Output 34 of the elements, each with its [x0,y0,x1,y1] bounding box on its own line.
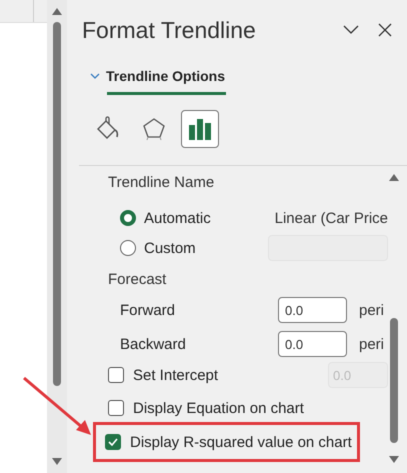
scrollbar[interactable] [47,0,67,473]
section-heading: Forecast [108,270,168,290]
bar-chart-icon [188,118,212,140]
trendline-name-text: Linear (Car Price [274,210,388,226]
scroll-down-icon[interactable] [52,458,62,465]
field-label: Backward [120,336,187,352]
checkbox-label: Set Intercept [133,366,218,384]
unit-label: peri [359,336,384,352]
radio-label: Automatic [144,210,212,226]
checkbox[interactable] [108,400,124,416]
radio-button[interactable] [120,240,136,256]
number-input-field[interactable]: 0.0 [278,331,347,357]
scroll-up-icon[interactable] [389,174,399,181]
scroll-down-icon[interactable] [389,456,399,463]
pentagon-icon [141,116,167,142]
radio-button[interactable] [120,210,136,226]
scroll-up-icon[interactable] [52,8,62,15]
field-label: Forward [120,302,176,318]
check-icon [108,438,118,446]
close-icon [378,23,392,37]
chevron-down-icon [343,25,359,35]
pane-title: Format Trendline [82,16,257,44]
checkbox[interactable] [108,367,124,383]
section-heading: Trendline Name [108,172,216,192]
scroll-thumb[interactable] [390,318,398,443]
section-toggle[interactable]: Trendline Options [106,68,226,84]
checkbox-label: Display Equation on chart [133,400,304,416]
checkbox-label: Display R-squared value on chart [130,434,352,450]
checkbox[interactable] [105,434,121,450]
number-input-field[interactable]: 0.0 [278,297,347,323]
unit-label: peri [359,302,384,318]
category-tab[interactable] [181,110,219,148]
scroll-thumb[interactable] [53,22,61,386]
radio-label: Custom [144,240,197,256]
